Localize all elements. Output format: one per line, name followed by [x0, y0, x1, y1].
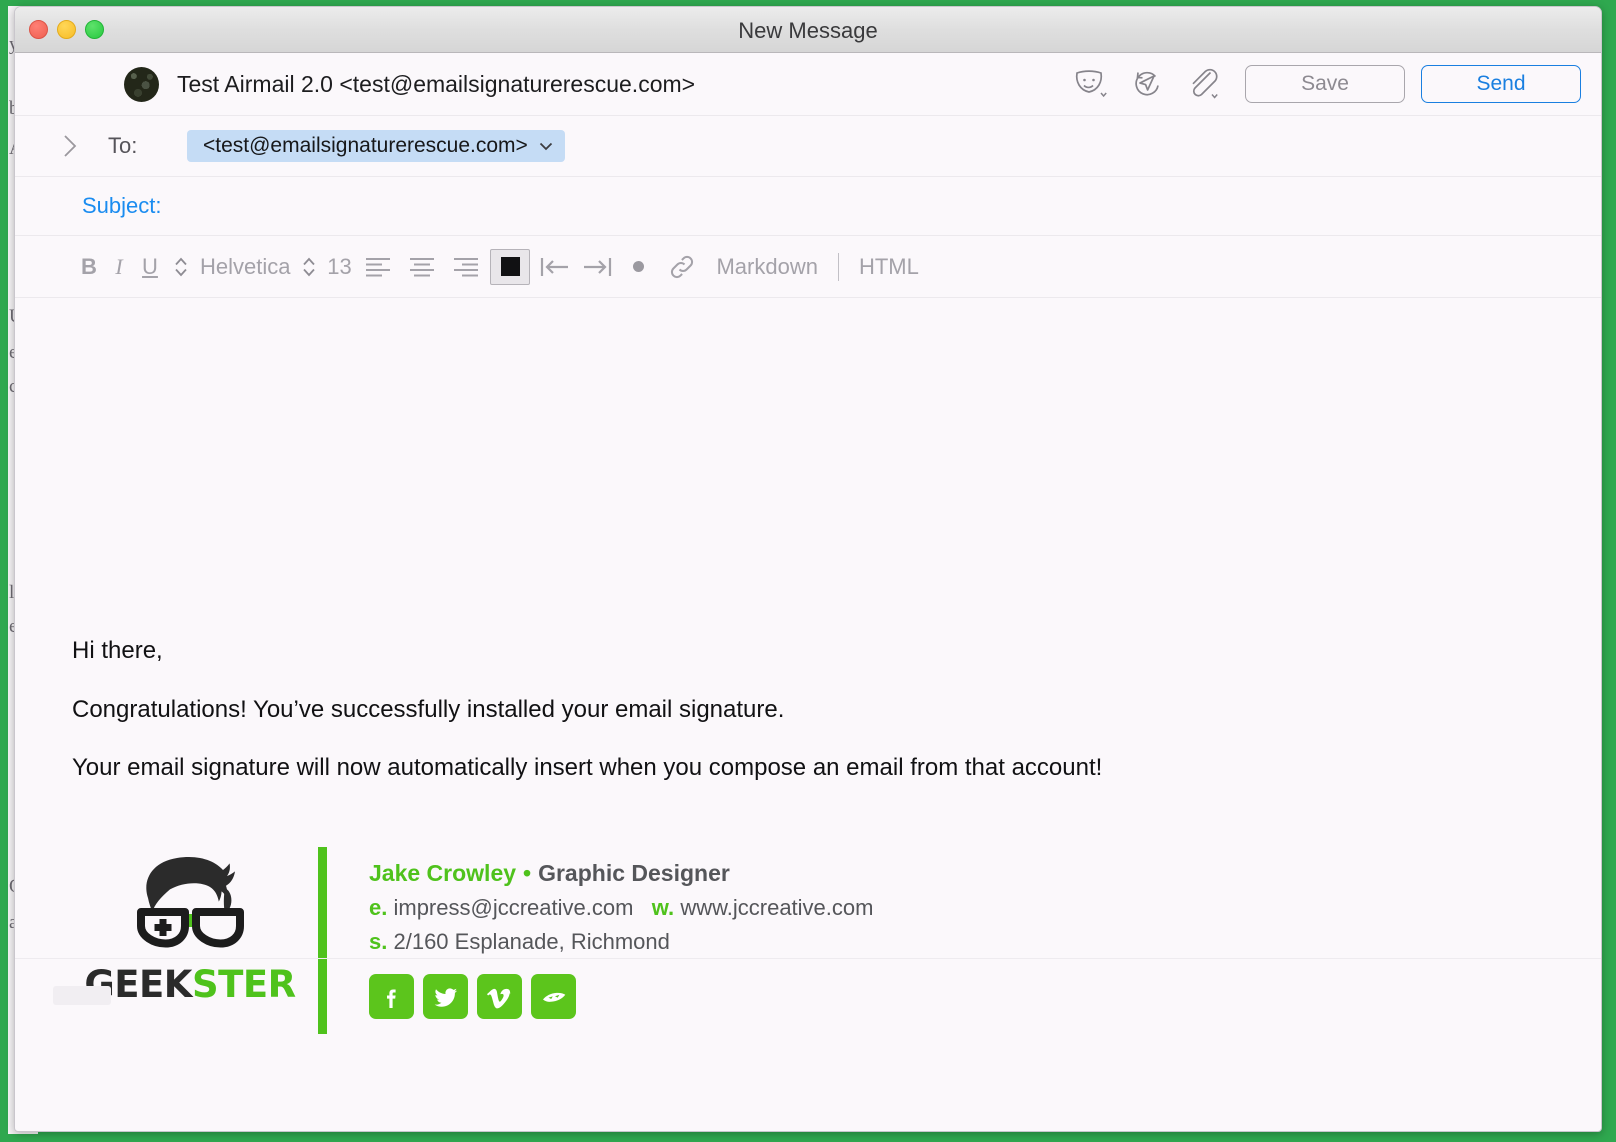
signature-divider-bar — [318, 847, 327, 1034]
to-label: To: — [108, 133, 138, 158]
message-body[interactable]: Hi there, Congratulations! You’ve succes… — [15, 298, 1601, 1055]
emoji-mask-icon[interactable] — [1063, 62, 1119, 106]
markdown-toggle[interactable]: Markdown — [706, 247, 827, 287]
send-later-icon[interactable] — [1119, 62, 1175, 106]
signature-web-key: w. — [651, 895, 675, 920]
recipient-address: <test@emailsignaturerescue.com> — [203, 134, 528, 157]
link-icon[interactable] — [658, 247, 706, 287]
twitter-icon[interactable] — [423, 974, 468, 1019]
email-signature: GEEKSTER Jake Crowley • Graphic Designer e… — [72, 838, 873, 1034]
geekster-logo-icon — [137, 856, 244, 948]
send-button[interactable]: Send — [1421, 65, 1581, 103]
signature-contact-line: e. impress@jccreative.com w. www.jccreat… — [369, 895, 873, 921]
page-root: y b A U e c l e O a New Message Test Air… — [0, 0, 1616, 1142]
signature-logo: GEEKSTER — [72, 838, 308, 1006]
toolbar-separator — [837, 252, 839, 281]
facebook-icon[interactable] — [369, 974, 414, 1019]
window-title: New Message — [738, 18, 878, 43]
align-right-icon[interactable] — [444, 247, 488, 287]
signature-details: Jake Crowley • Graphic Designer e. impress… — [369, 838, 873, 1019]
underline-button[interactable]: U — [132, 247, 168, 287]
outdent-icon[interactable] — [534, 247, 576, 287]
subject-row: Subject: — [15, 177, 1601, 236]
format-toolbar: B I U Helvetica 13 Markdown HTML — [15, 236, 1601, 298]
from-address[interactable]: Test Airmail 2.0 <test@emailsignatureres… — [177, 71, 695, 98]
signature-logo-text: GEEKSTER — [84, 963, 296, 1006]
text-color-swatch[interactable] — [490, 248, 531, 285]
signature-web-value[interactable]: www.jccreative.com — [680, 895, 873, 920]
attachment-icon[interactable] — [1175, 62, 1231, 106]
message-paragraph-autoinsert: Your email signature will now automatica… — [72, 754, 1103, 781]
signature-street-value: 2/160 Esplanade, Richmond — [393, 929, 670, 954]
font-size-stepper-icon[interactable] — [296, 247, 322, 287]
compose-window: New Message Test Airmail 2.0 <test@email… — [14, 6, 1602, 1132]
signature-address-line: s. 2/160 Esplanade, Richmond — [369, 929, 873, 955]
bold-button[interactable]: B — [72, 247, 106, 287]
signature-job-title: Graphic Designer — [538, 860, 730, 886]
logo-text-ster: STER — [191, 963, 296, 1006]
subject-input[interactable] — [171, 193, 1601, 219]
chevron-right-icon[interactable] — [57, 131, 83, 161]
signature-social-links — [369, 974, 873, 1019]
avatar — [124, 66, 159, 102]
align-center-icon[interactable] — [400, 247, 444, 287]
font-family-value[interactable]: Helvetica — [194, 247, 296, 287]
signature-email-value[interactable]: impress@jccreative.com — [393, 895, 633, 920]
vimeo-icon[interactable] — [477, 974, 522, 1019]
behance-icon[interactable] — [531, 974, 576, 1019]
body-bottom-divider — [15, 958, 1601, 959]
signature-name: Jake Crowley — [369, 860, 517, 886]
status-placeholder — [53, 986, 111, 1005]
italic-button[interactable]: I — [106, 247, 132, 287]
font-family-stepper-icon[interactable] — [168, 247, 194, 287]
bullet-list-icon[interactable] — [618, 247, 658, 287]
save-button[interactable]: Save — [1245, 65, 1405, 103]
signature-bullet-separator: • — [523, 860, 532, 886]
html-toggle[interactable]: HTML — [849, 247, 929, 287]
message-paragraph-congrats: Congratulations! You’ve successfully ins… — [72, 696, 785, 723]
chevron-down-icon[interactable] — [539, 138, 553, 154]
to-row: To: <test@emailsignaturerescue.com> — [15, 116, 1601, 177]
signature-email-key: e. — [369, 895, 388, 920]
font-size-value[interactable]: 13 — [322, 247, 356, 287]
indent-icon[interactable] — [576, 247, 618, 287]
recipient-token[interactable]: <test@emailsignaturerescue.com> — [187, 130, 565, 162]
from-row: Test Airmail 2.0 <test@emailsignatureres… — [15, 53, 1601, 116]
window-titlebar: New Message — [15, 7, 1601, 53]
compose-actions: Save Send — [1063, 53, 1581, 115]
subject-label: Subject: — [82, 193, 162, 218]
align-left-icon[interactable] — [356, 247, 400, 287]
signature-name-row: Jake Crowley • Graphic Designer — [369, 860, 873, 887]
signature-street-key: s. — [369, 929, 388, 954]
message-paragraph-greeting: Hi there, — [72, 637, 163, 664]
